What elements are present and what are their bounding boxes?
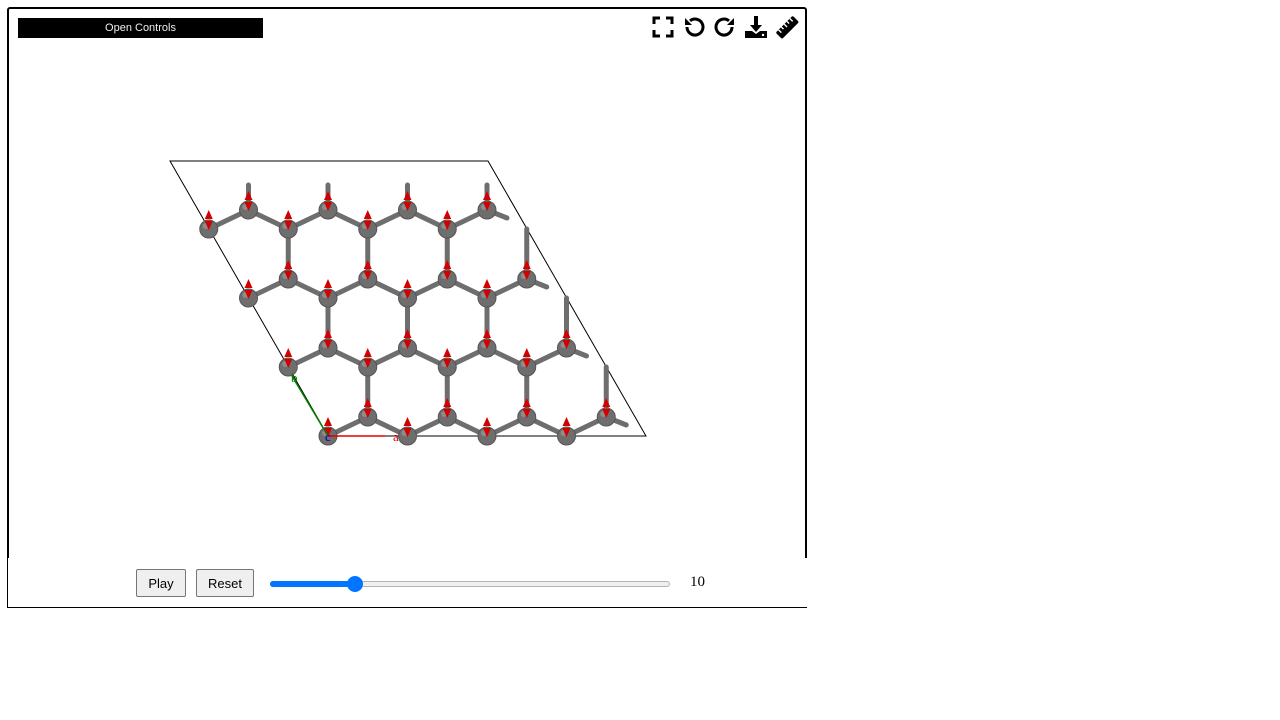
download-icon <box>745 16 767 38</box>
undo-button[interactable] <box>680 13 708 41</box>
fullscreen-icon <box>652 16 674 38</box>
playback-controls: Play Reset 10 <box>7 558 807 608</box>
reset-button[interactable]: Reset <box>196 569 254 597</box>
axis-indicator: a b c <box>291 370 399 444</box>
axis-label-a: a <box>393 429 399 444</box>
undo-icon <box>685 17 705 37</box>
structure-viewer[interactable]: a b c Open Controls <box>7 7 807 607</box>
open-controls-button[interactable]: Open Controls <box>18 18 263 38</box>
play-button[interactable]: Play <box>136 569 186 597</box>
bonds-layer <box>206 182 629 439</box>
ruler-icon <box>776 16 799 39</box>
frame-slider[interactable] <box>270 575 670 592</box>
download-button[interactable] <box>742 13 770 41</box>
axis-label-c: c <box>325 429 331 444</box>
redo-icon <box>714 17 734 37</box>
slider-thumb[interactable] <box>346 576 363 592</box>
fullscreen-button[interactable] <box>649 13 677 41</box>
slider-fill <box>270 581 355 587</box>
measure-button[interactable] <box>773 13 801 41</box>
axis-label-b: b <box>291 370 298 385</box>
redo-button[interactable] <box>711 13 739 41</box>
viewer-toolbar <box>649 13 801 43</box>
frame-value: 10 <box>690 574 705 590</box>
crystal-scene[interactable]: a b c <box>9 9 807 607</box>
